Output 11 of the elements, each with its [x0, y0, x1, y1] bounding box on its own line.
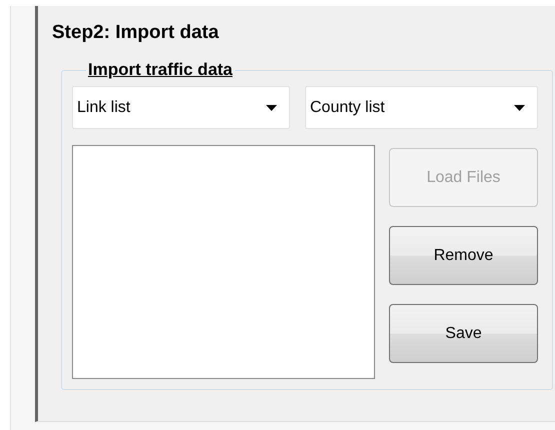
dropdown[interactable]: County list: [305, 86, 538, 129]
action-button[interactable]: Save: [389, 304, 538, 363]
file-list-box[interactable]: [72, 145, 375, 379]
dropdown[interactable]: Link list: [72, 86, 290, 129]
group-legend: Import traffic data: [86, 60, 235, 80]
dropdown-arrow-icon: [266, 104, 277, 110]
dropdown-value: Link list: [77, 98, 130, 116]
dropdown-arrow-icon: [514, 104, 525, 110]
action-button[interactable]: Remove: [389, 226, 538, 285]
step-title: Step2: Import data: [52, 21, 220, 45]
dropdown-value: County list: [310, 98, 385, 116]
